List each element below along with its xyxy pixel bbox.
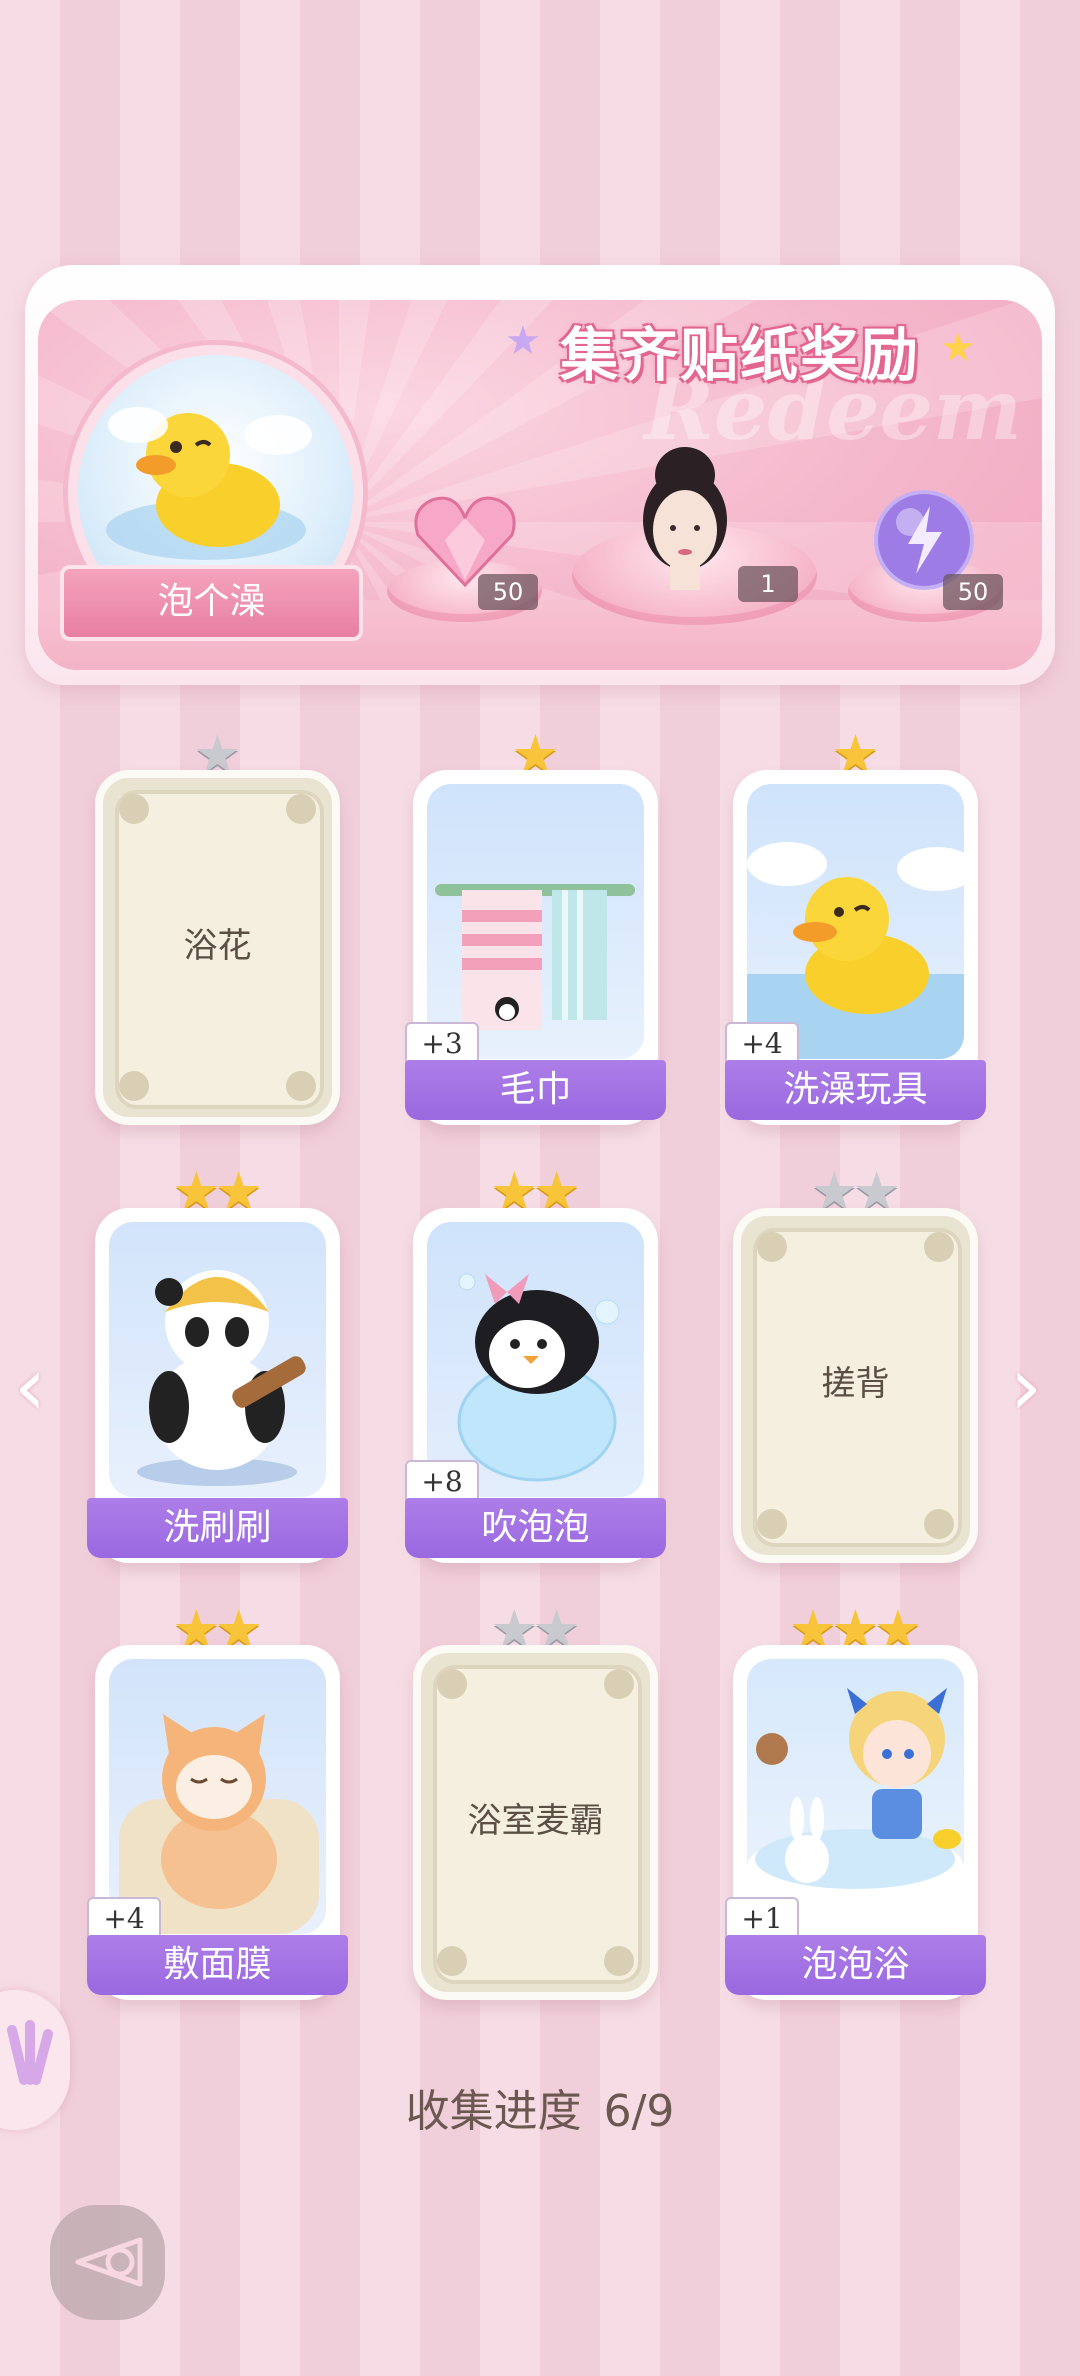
card-name: 泡泡浴 (725, 1935, 986, 1995)
card-art (747, 784, 964, 1059)
paint-splash-icon (7, 2020, 53, 2085)
towel-icon (435, 884, 635, 1030)
sticker-card[interactable]: +3 毛巾 (405, 770, 666, 1125)
sticker-card[interactable]: 洗刷刷 (87, 1208, 348, 1563)
card-name: 洗澡玩具 (725, 1060, 986, 1120)
progress-value: 6/9 (603, 2086, 675, 2137)
prev-page-arrow-icon[interactable]: ‹ (14, 1340, 46, 1433)
reward-count: 50 (943, 574, 1003, 610)
sticker-card[interactable]: +1 泡泡浴 (725, 1645, 986, 2000)
sticker-card[interactable]: +4 洗澡玩具 (725, 770, 986, 1125)
bubble-bath-girl-icon (747, 1688, 964, 1934)
corner-ornament (604, 1946, 634, 1976)
next-page-arrow-icon[interactable]: › (1010, 1340, 1042, 1433)
gold-star-icon: ★ (940, 325, 976, 371)
sticker-card[interactable]: +4 敷面膜 (87, 1645, 348, 2000)
collection-progress: 收集进度 6/9 (0, 2075, 1080, 2139)
card-name: 敷面膜 (87, 1935, 348, 1995)
bath-theme-label[interactable]: 泡个澡 (60, 565, 363, 641)
sticker-card-locked[interactable]: 浴花 (95, 770, 340, 1125)
card-name: 吹泡泡 (405, 1498, 666, 1558)
reward-count: 50 (478, 574, 538, 610)
corner-ornament (924, 1509, 954, 1539)
cat-icon (119, 1714, 319, 1934)
corner-ornament (437, 1669, 467, 1699)
back-button[interactable] (50, 2205, 165, 2320)
card-name: 搓背 (821, 1364, 890, 1404)
corner-ornament (286, 794, 316, 824)
sticker-card[interactable]: +8 吹泡泡 (405, 1208, 666, 1563)
corner-ornament (604, 1669, 634, 1699)
card-art (427, 784, 644, 1059)
rubber-duck-icon (747, 842, 964, 1059)
card-name: 浴室麦霸 (467, 1801, 604, 1841)
card-name: 毛巾 (405, 1060, 666, 1120)
corner-ornament (119, 1071, 149, 1101)
corner-ornament (757, 1509, 787, 1539)
corner-ornament (119, 794, 149, 824)
corner-ornament (286, 1071, 316, 1101)
card-art (109, 1659, 326, 1934)
panda-icon (137, 1270, 306, 1486)
card-art (109, 1222, 326, 1497)
avatar-head-icon (643, 447, 727, 590)
corner-ornament (924, 1232, 954, 1262)
progress-label: 收集进度 (405, 2086, 582, 2137)
corner-ornament (437, 1946, 467, 1976)
card-name: 洗刷刷 (87, 1498, 348, 1558)
sticker-card-locked[interactable]: 搓背 (733, 1208, 978, 1563)
card-art (747, 1659, 964, 1934)
banner-title: 集齐贴纸奖励 (560, 321, 921, 389)
sticker-card-locked[interactable]: 浴室麦霸 (413, 1645, 658, 2000)
card-name: 浴花 (183, 926, 252, 966)
reward-count: 1 (738, 566, 798, 602)
card-art (427, 1222, 644, 1497)
back-arrow-icon (75, 2237, 143, 2287)
penguin-icon (457, 1273, 620, 1482)
corner-ornament (757, 1232, 787, 1262)
purple-star-icon: ★ (505, 318, 541, 364)
